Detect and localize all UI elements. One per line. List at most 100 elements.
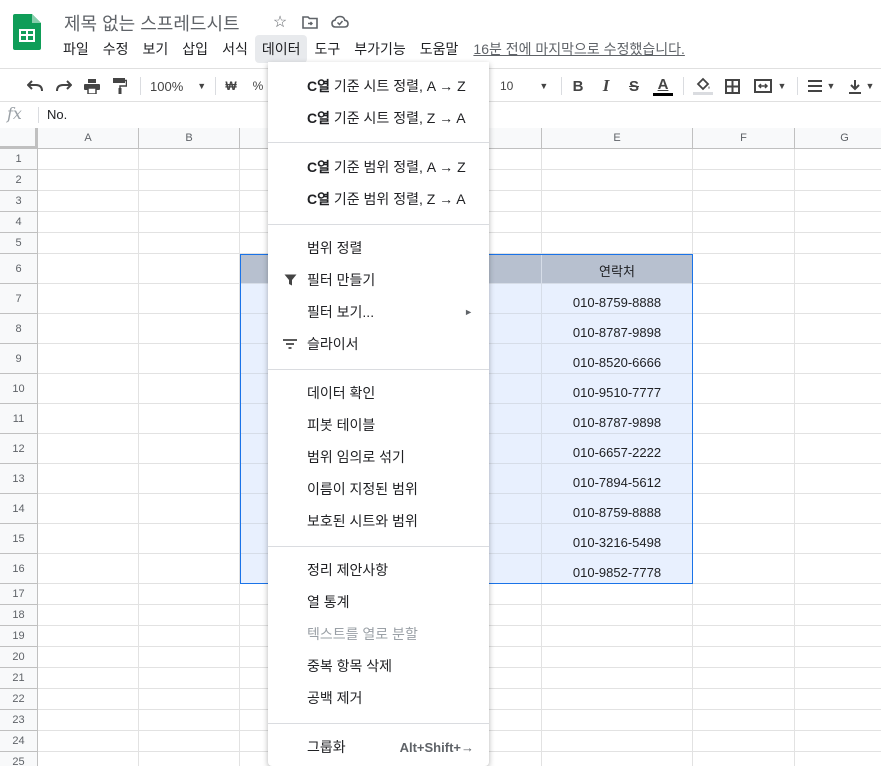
table-cell[interactable]: 010-8759-8888 [542,284,693,314]
menu-help[interactable]: 도움말 [413,35,466,63]
sort-sheet-za-item[interactable]: C열 기준 시트 정렬, Z → A [268,102,489,134]
grid-cell[interactable] [139,374,240,404]
last-edit-link[interactable]: 16분 전에 마지막으로 수정했습니다. [473,39,684,59]
grid-cell[interactable] [139,344,240,374]
grid-cell[interactable] [38,374,139,404]
grid-cell[interactable] [795,404,881,434]
grid-cell[interactable] [795,668,881,689]
grid-cell[interactable] [139,647,240,668]
grid-cell[interactable] [38,284,139,314]
trim-whitespace-item[interactable]: 공백 제거 [268,682,489,714]
row-header[interactable]: 21 [0,668,38,689]
grid-cell[interactable] [693,647,795,668]
row-header[interactable]: 16 [0,554,38,584]
font-size-select[interactable]: 10 ▼ [500,76,555,96]
grid-cell[interactable] [693,584,795,605]
row-header[interactable]: 14 [0,494,38,524]
grid-cell[interactable] [693,605,795,626]
grid-cell[interactable] [693,404,795,434]
borders-icon[interactable] [722,76,742,96]
grid-cell[interactable] [693,524,795,554]
table-cell[interactable]: 010-7894-5612 [542,464,693,494]
grid-cell[interactable] [795,626,881,647]
grid-cell[interactable] [542,605,693,626]
row-header[interactable]: 18 [0,605,38,626]
grid-cell[interactable] [693,554,795,584]
undo-icon[interactable] [25,76,45,96]
grid-cell[interactable] [693,752,795,766]
grid-cell[interactable] [795,170,881,191]
paint-format-icon[interactable] [110,76,130,96]
grid-cell[interactable] [795,605,881,626]
merge-cells-icon[interactable]: ▼ [750,76,790,96]
grid-cell[interactable] [795,464,881,494]
grid-cell[interactable] [795,314,881,344]
grid-cell[interactable] [139,494,240,524]
table-cell[interactable]: 010-8520-6666 [542,344,693,374]
sort-range-item[interactable]: 범위 정렬 [268,232,489,264]
grid-cell[interactable] [693,464,795,494]
grid-cell[interactable] [38,314,139,344]
grid-cell[interactable] [38,404,139,434]
grid-cell[interactable] [795,191,881,212]
row-header[interactable]: 6 [0,254,38,284]
grid-cell[interactable] [693,434,795,464]
text-color-icon[interactable]: A [652,76,674,96]
table-cell[interactable]: 010-8759-8888 [542,494,693,524]
grid-cell[interactable] [38,647,139,668]
grid-cell[interactable] [139,284,240,314]
row-header[interactable]: 12 [0,434,38,464]
grid-cell[interactable] [38,434,139,464]
grid-cell[interactable] [693,344,795,374]
grid-cell[interactable] [795,689,881,710]
create-filter-item[interactable]: 필터 만들기 [268,264,489,296]
grid-cell[interactable] [542,710,693,731]
sort-range-za-item[interactable]: C열 기준 범위 정렬, Z → A [268,183,489,215]
row-header[interactable]: 17 [0,584,38,605]
menu-view[interactable]: 보기 [136,35,176,63]
column-header[interactable]: F [693,128,795,149]
grid-cell[interactable] [38,212,139,233]
menu-format[interactable]: 서식 [215,35,255,63]
grid-cell[interactable] [38,191,139,212]
grid-cell[interactable] [139,191,240,212]
grid-cell[interactable] [139,170,240,191]
grid-cell[interactable] [139,434,240,464]
grid-cell[interactable] [542,149,693,170]
grid-cell[interactable] [38,731,139,752]
grid-cell[interactable] [542,668,693,689]
strikethrough-icon[interactable]: S [625,76,643,96]
vertical-align-icon[interactable]: ▼ [845,76,877,96]
currency-format-button[interactable]: ₩ [223,76,239,96]
grid-cell[interactable] [795,344,881,374]
grid-cell[interactable] [542,584,693,605]
grid-cell[interactable] [139,233,240,254]
grid-cell[interactable] [693,731,795,752]
grid-cell[interactable] [139,314,240,344]
row-header[interactable]: 4 [0,212,38,233]
randomize-range-item[interactable]: 범위 임의로 섞기 [268,441,489,473]
row-header[interactable]: 19 [0,626,38,647]
grid-cell[interactable] [139,554,240,584]
italic-icon[interactable]: I [597,76,615,96]
grid-cell[interactable] [139,668,240,689]
horizontal-align-icon[interactable]: ▼ [805,76,837,96]
column-header[interactable]: A [38,128,139,149]
column-header[interactable]: G [795,128,881,149]
grid-cell[interactable] [795,731,881,752]
grid-cell[interactable] [693,254,795,284]
grid-cell[interactable] [38,524,139,554]
grid-cell[interactable] [139,689,240,710]
grid-cell[interactable] [139,626,240,647]
grid-cell[interactable] [139,464,240,494]
redo-icon[interactable] [54,76,74,96]
bold-icon[interactable]: B [569,76,587,96]
grid-cell[interactable] [795,647,881,668]
grid-cell[interactable] [139,584,240,605]
grid-cell[interactable] [38,149,139,170]
grid-cell[interactable] [139,212,240,233]
move-folder-icon[interactable] [300,12,320,32]
row-header[interactable]: 8 [0,314,38,344]
slicer-item[interactable]: 슬라이서 [268,328,489,360]
named-ranges-item[interactable]: 이름이 지정된 범위 [268,473,489,505]
